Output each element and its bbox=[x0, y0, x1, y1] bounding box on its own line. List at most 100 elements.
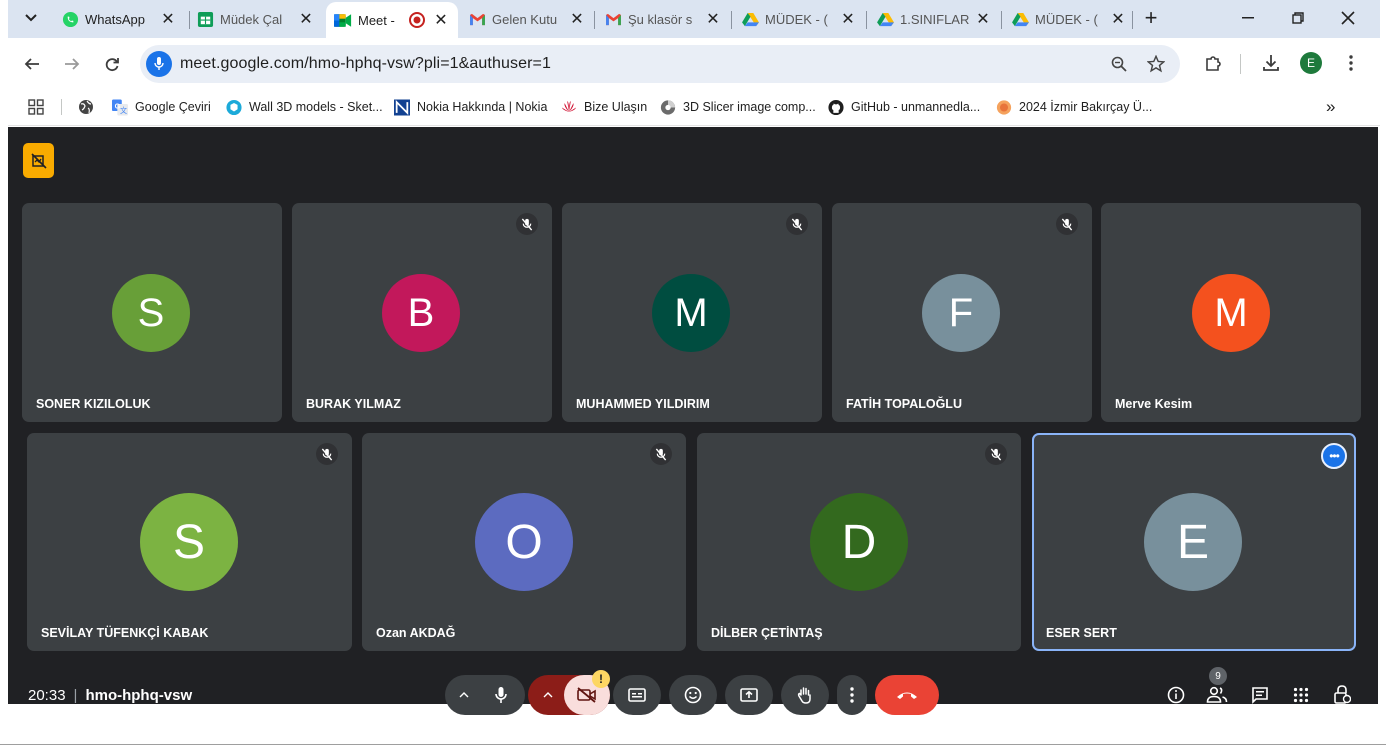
recording-icon bbox=[408, 11, 426, 29]
bookmark-bize-ulasin[interactable]: Bize Ulaşın bbox=[561, 96, 647, 118]
hand-icon bbox=[797, 687, 811, 704]
tab-su-klasor[interactable]: Şu klasör s ✕ bbox=[596, 4, 730, 34]
bookmark-3d-slicer[interactable]: 3D Slicer image comp... bbox=[660, 96, 816, 118]
bookmark-label: 2024 İzmir Bakırçay Ü... bbox=[1019, 100, 1153, 114]
reactions-button[interactable] bbox=[669, 675, 717, 715]
muted-mic-icon bbox=[316, 443, 338, 465]
tab-title: Gelen Kutu bbox=[492, 11, 558, 27]
download-icon bbox=[1263, 55, 1279, 71]
bookmark-nokia[interactable]: Nokia Hakkında | Nokia bbox=[394, 96, 547, 118]
apps-grid-icon bbox=[28, 99, 44, 115]
hang-up-icon bbox=[897, 692, 917, 699]
raise-hand-button[interactable] bbox=[781, 675, 829, 715]
captions-button[interactable] bbox=[613, 675, 661, 715]
back-button[interactable] bbox=[18, 50, 46, 78]
url-text[interactable]: meet.google.com/hmo-hphq-vsw?pli=1&authu… bbox=[180, 55, 551, 73]
tab-title: MÜDEK - ( bbox=[765, 11, 828, 27]
present-icon bbox=[740, 688, 758, 702]
audio-settings-button[interactable] bbox=[450, 679, 478, 711]
tab-siniflar-drive[interactable]: 1.SINIFLAR ✕ bbox=[868, 4, 1000, 34]
nokia-icon bbox=[394, 99, 410, 115]
close-tab-icon[interactable]: ✕ bbox=[297, 10, 315, 28]
participant-tile[interactable]: D DİLBER ÇETİNTAŞ bbox=[697, 433, 1021, 651]
participant-tile[interactable]: M MUHAMMED YILDIRIM bbox=[562, 203, 822, 422]
reload-icon bbox=[105, 58, 119, 72]
minimize-button[interactable] bbox=[1228, 4, 1268, 32]
extensions-button[interactable] bbox=[1200, 50, 1226, 76]
video-settings-button[interactable] bbox=[534, 679, 562, 711]
bookmark-label: GitHub - unmannedla... bbox=[851, 100, 981, 114]
bookmark-github[interactable]: GitHub - unmannedla... bbox=[828, 96, 980, 118]
huawei-icon bbox=[561, 99, 577, 115]
browser-menu-button[interactable] bbox=[1338, 50, 1364, 76]
bookmark-izmir-bakircay[interactable]: 2024 İzmir Bakırçay Ü... bbox=[996, 96, 1152, 118]
chat-button[interactable] bbox=[1244, 679, 1276, 711]
back-arrow-icon bbox=[24, 58, 39, 70]
activities-button[interactable] bbox=[1285, 679, 1317, 711]
avatar: O bbox=[475, 493, 573, 591]
slicer-icon bbox=[660, 99, 676, 115]
bookmark-star-button[interactable] bbox=[1145, 53, 1167, 75]
address-bar[interactable]: meet.google.com/hmo-hphq-vsw?pli=1&authu… bbox=[140, 45, 1180, 83]
zoom-button[interactable] bbox=[1108, 53, 1130, 75]
close-tab-icon[interactable]: ✕ bbox=[974, 10, 992, 28]
close-tab-icon[interactable]: ✕ bbox=[839, 10, 857, 28]
more-options-icon[interactable]: ••• bbox=[1321, 443, 1347, 469]
close-tab-icon[interactable]: ✕ bbox=[1109, 10, 1127, 28]
participant-name: Ozan AKDAĞ bbox=[376, 626, 456, 640]
self-tile[interactable]: ••• E ESER SERT bbox=[1032, 433, 1356, 651]
participant-tile[interactable]: S SONER KIZILOLUK bbox=[22, 203, 282, 422]
close-tab-icon[interactable]: ✕ bbox=[704, 10, 722, 28]
current-time: 20:33 bbox=[28, 687, 66, 704]
tab-whatsapp[interactable]: WhatsApp ✕ bbox=[53, 4, 185, 34]
new-tab-button[interactable]: + bbox=[1138, 5, 1164, 31]
bookmark-label: Bize Ulaşın bbox=[584, 100, 648, 114]
present-screen-button[interactable] bbox=[725, 675, 773, 715]
forward-button[interactable] bbox=[58, 50, 86, 78]
people-button[interactable] bbox=[1201, 679, 1233, 711]
tab-mudek-drive-2[interactable]: MÜDEK - ( ✕ bbox=[1003, 4, 1135, 34]
close-tab-icon[interactable]: ✕ bbox=[432, 11, 450, 29]
bookmark-wall-3d[interactable]: Wall 3D models - Sket... bbox=[226, 96, 383, 118]
recording-badge[interactable] bbox=[23, 143, 54, 178]
tab-title: MÜDEK - ( bbox=[1035, 11, 1098, 27]
toolbar-divider bbox=[1240, 54, 1241, 74]
bookmarks-overflow-button[interactable]: » bbox=[1326, 96, 1335, 118]
participant-tile[interactable]: F FATİH TOPALOĞLU bbox=[832, 203, 1092, 422]
meeting-code: hmo-hphq-vsw bbox=[85, 687, 193, 704]
leave-call-button[interactable] bbox=[875, 675, 939, 715]
tab-gelen-kutusu[interactable]: Gelen Kutu ✕ bbox=[460, 4, 594, 34]
muted-mic-icon bbox=[985, 443, 1007, 465]
site-info-button[interactable] bbox=[146, 51, 172, 77]
tab-title: Meet - bbox=[358, 12, 395, 28]
downloads-button[interactable] bbox=[1258, 50, 1284, 76]
close-tab-icon[interactable]: ✕ bbox=[159, 10, 177, 28]
restore-button[interactable] bbox=[1278, 4, 1318, 32]
participant-tile[interactable]: B BURAK YILMAZ bbox=[292, 203, 552, 422]
profile-button[interactable]: E bbox=[1298, 50, 1324, 76]
restore-icon bbox=[1292, 12, 1304, 24]
more-options-button[interactable] bbox=[837, 675, 867, 715]
close-window-button[interactable] bbox=[1328, 4, 1368, 32]
tab-meet[interactable]: Meet - ✕ bbox=[326, 2, 458, 38]
tab-mudek-sheet[interactable]: Müdek Çal ✕ bbox=[188, 4, 323, 34]
microphone-icon bbox=[495, 687, 507, 703]
meeting-details-button[interactable] bbox=[1160, 679, 1192, 711]
bookmark-globe[interactable] bbox=[78, 96, 101, 118]
tab-search-button[interactable] bbox=[18, 6, 44, 30]
zoom-icon bbox=[1111, 56, 1127, 72]
participant-tile[interactable]: S SEVİLAY TÜFENKÇİ KABAK bbox=[27, 433, 352, 651]
bookmark-google-ceviri[interactable]: G文 Google Çeviri bbox=[112, 96, 211, 118]
reload-button[interactable] bbox=[98, 50, 126, 78]
host-controls-button[interactable] bbox=[1326, 679, 1358, 711]
microphone-button[interactable] bbox=[485, 679, 517, 711]
apps-button[interactable] bbox=[28, 96, 44, 118]
participant-name: BURAK YILMAZ bbox=[306, 397, 401, 411]
participant-name: SEVİLAY TÜFENKÇİ KABAK bbox=[41, 626, 209, 640]
participant-tile[interactable]: O Ozan AKDAĞ bbox=[362, 433, 686, 651]
close-tab-icon[interactable]: ✕ bbox=[568, 10, 586, 28]
tab-mudek-drive-1[interactable]: MÜDEK - ( ✕ bbox=[733, 4, 865, 34]
participant-tile[interactable]: M Merve Kesim bbox=[1101, 203, 1361, 422]
bookmark-label: Google Çeviri bbox=[135, 100, 211, 114]
minimize-icon bbox=[1242, 17, 1254, 19]
